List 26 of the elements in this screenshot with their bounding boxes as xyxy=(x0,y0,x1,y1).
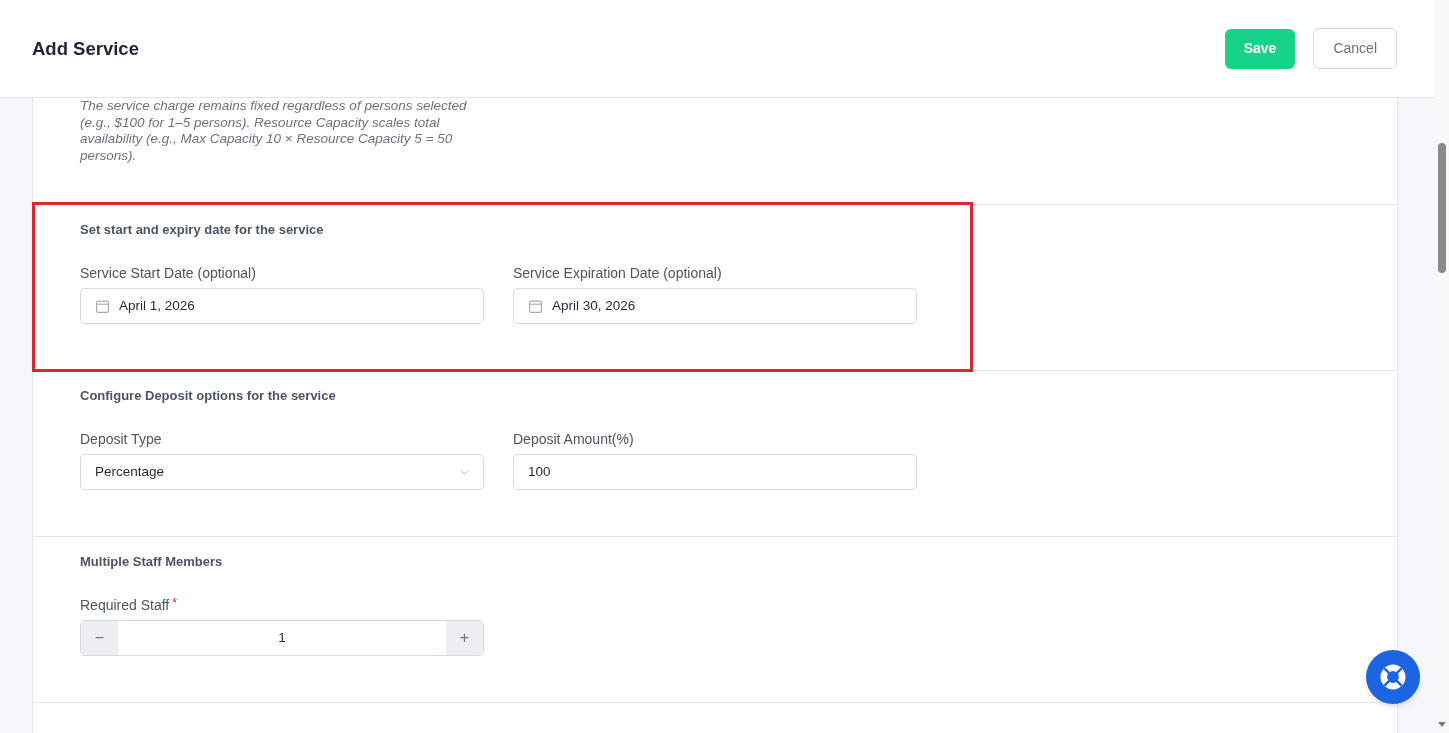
increment-button[interactable]: + xyxy=(446,621,483,655)
help-button[interactable] xyxy=(1366,650,1420,704)
scrollbar-thumb[interactable] xyxy=(1438,143,1446,273)
select-field[interactable]: Percentage xyxy=(80,454,484,490)
field-label: Service Start Date (optional) xyxy=(80,265,256,281)
decrement-button[interactable]: − xyxy=(81,621,118,655)
field-label: Service Expiration Date (optional) xyxy=(513,265,722,281)
input-field[interactable]: 100 xyxy=(513,454,917,490)
calendar-icon xyxy=(96,299,109,313)
scroll-down-arrow-icon[interactable] xyxy=(1438,722,1446,727)
section-title: Configure Deposit options for the service xyxy=(80,388,337,404)
calendar-icon xyxy=(529,299,542,313)
date-field[interactable]: April 30, 2026 xyxy=(513,288,917,324)
required-mark: * xyxy=(172,597,177,609)
date-field[interactable]: April 1, 2026 xyxy=(80,288,484,324)
section-title: Set start and expiry date for the service xyxy=(80,222,325,238)
page-title: Add Service xyxy=(32,36,139,61)
section-title: Multiple Staff Members xyxy=(80,554,224,570)
quantity-input[interactable]: 1 xyxy=(118,621,446,655)
field-label: Deposit Amount(%) xyxy=(513,431,634,447)
pricing-note: The service charge remains fixed regardless of persons selected (e.g., $100 for 1–5 persons). Resource Capacity scales total availability (e.g., Max Capacity 10 × Resource Capacity 5 = 50 persons). xyxy=(80,98,468,164)
field-label: Required Staff xyxy=(80,597,170,613)
quantity-stepper[interactable]: − 1 + xyxy=(80,620,484,656)
lifebuoy-icon xyxy=(1380,664,1406,690)
cancel-button[interactable]: Cancel xyxy=(1313,28,1397,69)
field-label: Deposit Type xyxy=(80,431,162,447)
